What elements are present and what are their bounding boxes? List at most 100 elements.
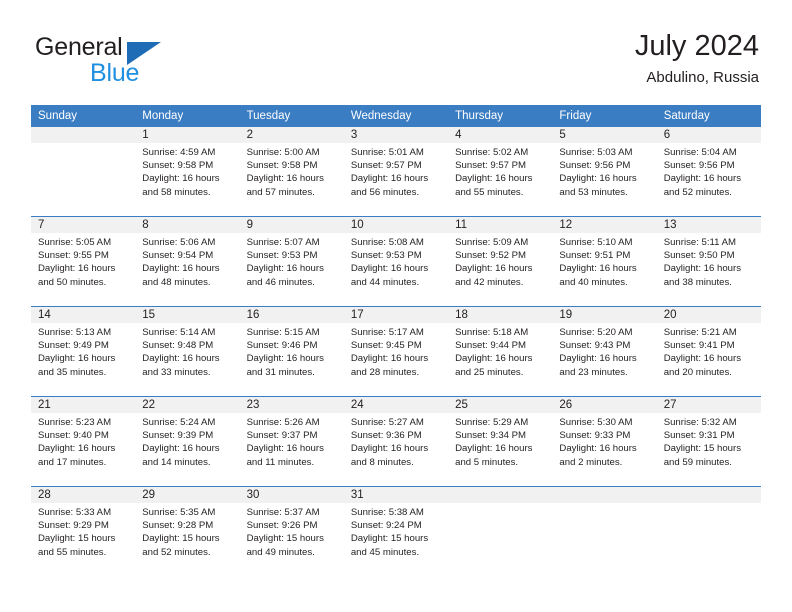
daylight-text-line2: and 52 minutes. bbox=[142, 546, 211, 558]
calendar-day-cell[interactable]: 22 Sunrise: 5:24 AM Sunset: 9:39 PM Dayl… bbox=[135, 396, 240, 487]
calendar-day-cell[interactable] bbox=[31, 127, 136, 217]
day-details: Sunrise: 5:32 AM Sunset: 9:31 PM Dayligh… bbox=[657, 413, 761, 469]
day-details: Sunrise: 5:04 AM Sunset: 9:56 PM Dayligh… bbox=[657, 143, 761, 199]
calendar-day-cell[interactable]: 13 Sunrise: 5:11 AM Sunset: 9:50 PM Dayl… bbox=[656, 216, 761, 307]
sunset-text: Sunset: 9:57 PM bbox=[455, 160, 527, 172]
sunrise-text: Sunrise: 5:05 AM bbox=[38, 237, 112, 248]
sunset-text: Sunset: 9:48 PM bbox=[142, 340, 214, 352]
day-number: 16 bbox=[239, 307, 344, 323]
calendar-day-cell[interactable]: 3 Sunrise: 5:01 AM Sunset: 9:57 PM Dayli… bbox=[343, 127, 449, 217]
day-number bbox=[656, 487, 761, 503]
day-number: 20 bbox=[656, 307, 761, 323]
sunrise-text: Sunrise: 5:07 AM bbox=[246, 237, 320, 248]
calendar-day-cell[interactable] bbox=[656, 486, 761, 576]
calendar-day-cell[interactable]: 7 Sunrise: 5:05 AM Sunset: 9:55 PM Dayli… bbox=[31, 216, 136, 307]
calendar-day-cell[interactable]: 31 Sunrise: 5:38 AM Sunset: 9:24 PM Dayl… bbox=[343, 486, 449, 576]
calendar-week-row: 14 Sunrise: 5:13 AM Sunset: 9:49 PM Dayl… bbox=[31, 306, 761, 397]
day-number: 18 bbox=[448, 307, 553, 323]
calendar-day-cell[interactable]: 27 Sunrise: 5:32 AM Sunset: 9:31 PM Dayl… bbox=[656, 396, 761, 487]
sunset-text: Sunset: 9:49 PM bbox=[38, 340, 109, 352]
daylight-text-line2: and 56 minutes. bbox=[350, 186, 420, 198]
day-details bbox=[448, 503, 552, 506]
day-details: Sunrise: 5:37 AM Sunset: 9:26 PM Dayligh… bbox=[240, 503, 344, 559]
daylight-text-line1: Daylight: 16 hours bbox=[142, 173, 220, 185]
daylight-text-line2: and 17 minutes. bbox=[38, 456, 107, 468]
calendar-day-cell[interactable]: 16 Sunrise: 5:15 AM Sunset: 9:46 PM Dayl… bbox=[239, 306, 344, 397]
calendar-day-cell[interactable]: 6 Sunrise: 5:04 AM Sunset: 9:56 PM Dayli… bbox=[656, 127, 761, 217]
calendar-day-cell[interactable]: 25 Sunrise: 5:29 AM Sunset: 9:34 PM Dayl… bbox=[448, 396, 553, 487]
sunrise-text: Sunrise: 5:09 AM bbox=[455, 237, 529, 248]
sunset-text: Sunset: 9:45 PM bbox=[350, 340, 422, 352]
sunset-text: Sunset: 9:50 PM bbox=[663, 250, 735, 262]
day-details: Sunrise: 5:38 AM Sunset: 9:24 PM Dayligh… bbox=[344, 503, 448, 559]
calendar-header-row-group: Sunday Monday Tuesday Wednesday Thursday… bbox=[31, 105, 761, 127]
calendar-day-cell[interactable]: 15 Sunrise: 5:14 AM Sunset: 9:48 PM Dayl… bbox=[135, 306, 240, 397]
daylight-text-line1: Daylight: 16 hours bbox=[142, 443, 220, 455]
day-details bbox=[31, 143, 135, 146]
sunset-text: Sunset: 9:37 PM bbox=[246, 430, 318, 442]
calendar-day-cell[interactable]: 29 Sunrise: 5:35 AM Sunset: 9:28 PM Dayl… bbox=[135, 486, 240, 576]
calendar-day-cell[interactable]: 23 Sunrise: 5:26 AM Sunset: 9:37 PM Dayl… bbox=[239, 396, 344, 487]
calendar-day-cell[interactable]: 20 Sunrise: 5:21 AM Sunset: 9:41 PM Dayl… bbox=[656, 306, 761, 397]
daylight-text-line1: Daylight: 16 hours bbox=[663, 173, 742, 185]
calendar-day-cell[interactable]: 5 Sunrise: 5:03 AM Sunset: 9:56 PM Dayli… bbox=[552, 127, 657, 217]
sunrise-text: Sunrise: 5:11 AM bbox=[663, 237, 737, 248]
day-details: Sunrise: 5:06 AM Sunset: 9:54 PM Dayligh… bbox=[135, 233, 239, 289]
calendar-day-cell[interactable]: 30 Sunrise: 5:37 AM Sunset: 9:26 PM Dayl… bbox=[239, 486, 344, 576]
calendar-day-cell[interactable]: 17 Sunrise: 5:17 AM Sunset: 9:45 PM Dayl… bbox=[343, 306, 449, 397]
daylight-text-line1: Daylight: 16 hours bbox=[246, 353, 324, 365]
calendar-day-cell[interactable]: 11 Sunrise: 5:09 AM Sunset: 9:52 PM Dayl… bbox=[448, 216, 553, 307]
sunrise-text: Sunrise: 5:27 AM bbox=[350, 417, 424, 428]
daylight-text-line1: Daylight: 16 hours bbox=[455, 263, 533, 275]
daylight-text-line1: Daylight: 16 hours bbox=[142, 353, 220, 365]
day-number: 27 bbox=[656, 397, 761, 413]
day-number: 31 bbox=[343, 487, 449, 503]
weekday-header-tuesday: Tuesday bbox=[239, 105, 344, 127]
day-number: 24 bbox=[343, 397, 449, 413]
location-subtitle: Abdulino, Russia bbox=[646, 69, 759, 86]
sunrise-text: Sunrise: 5:33 AM bbox=[38, 507, 112, 518]
sunrise-sunset-calendar-table: Sunday Monday Tuesday Wednesday Thursday… bbox=[31, 105, 761, 576]
calendar-day-cell[interactable]: 14 Sunrise: 5:13 AM Sunset: 9:49 PM Dayl… bbox=[31, 306, 136, 397]
daylight-text-line1: Daylight: 16 hours bbox=[663, 263, 742, 275]
sunset-text: Sunset: 9:28 PM bbox=[142, 520, 214, 532]
sunrise-text: Sunrise: 5:23 AM bbox=[38, 417, 112, 428]
sunset-text: Sunset: 9:53 PM bbox=[350, 250, 422, 262]
calendar-day-cell[interactable] bbox=[448, 486, 553, 576]
sunrise-text: Sunrise: 5:30 AM bbox=[559, 417, 633, 428]
day-number: 2 bbox=[239, 127, 344, 143]
day-number: 9 bbox=[239, 217, 344, 233]
calendar-day-cell[interactable]: 21 Sunrise: 5:23 AM Sunset: 9:40 PM Dayl… bbox=[31, 396, 136, 487]
calendar-day-cell[interactable]: 26 Sunrise: 5:30 AM Sunset: 9:33 PM Dayl… bbox=[552, 396, 657, 487]
daylight-text-line2: and 33 minutes. bbox=[142, 366, 211, 378]
day-number bbox=[31, 127, 136, 143]
calendar-day-cell[interactable] bbox=[552, 486, 657, 576]
calendar-day-cell[interactable]: 4 Sunrise: 5:02 AM Sunset: 9:57 PM Dayli… bbox=[448, 127, 553, 217]
page-title: July 2024 bbox=[634, 30, 759, 62]
daylight-text-line1: Daylight: 16 hours bbox=[246, 173, 324, 185]
day-number: 13 bbox=[656, 217, 761, 233]
calendar-day-cell[interactable]: 24 Sunrise: 5:27 AM Sunset: 9:36 PM Dayl… bbox=[343, 396, 449, 487]
daylight-text-line1: Daylight: 16 hours bbox=[350, 173, 429, 185]
daylight-text-line2: and 59 minutes. bbox=[663, 456, 732, 468]
day-number: 21 bbox=[31, 397, 136, 413]
calendar-day-cell[interactable]: 19 Sunrise: 5:20 AM Sunset: 9:43 PM Dayl… bbox=[552, 306, 657, 397]
calendar-day-cell[interactable]: 18 Sunrise: 5:18 AM Sunset: 9:44 PM Dayl… bbox=[448, 306, 553, 397]
day-details: Sunrise: 5:03 AM Sunset: 9:56 PM Dayligh… bbox=[552, 143, 656, 199]
calendar-day-cell[interactable]: 12 Sunrise: 5:10 AM Sunset: 9:51 PM Dayl… bbox=[552, 216, 657, 307]
day-number: 4 bbox=[448, 127, 553, 143]
day-details: Sunrise: 5:29 AM Sunset: 9:34 PM Dayligh… bbox=[448, 413, 552, 469]
daylight-text-line1: Daylight: 16 hours bbox=[455, 173, 533, 185]
title-block: July 2024 Abdulino, Russia bbox=[635, 28, 759, 89]
day-number: 22 bbox=[135, 397, 240, 413]
daylight-text-line2: and 46 minutes. bbox=[246, 276, 315, 288]
calendar-day-cell[interactable]: 8 Sunrise: 5:06 AM Sunset: 9:54 PM Dayli… bbox=[135, 216, 240, 307]
calendar-day-cell[interactable]: 28 Sunrise: 5:33 AM Sunset: 9:29 PM Dayl… bbox=[31, 486, 136, 576]
calendar-day-cell[interactable]: 2 Sunrise: 5:00 AM Sunset: 9:58 PM Dayli… bbox=[239, 127, 344, 217]
general-blue-logo[interactable]: General Blue bbox=[35, 33, 275, 89]
calendar-day-cell[interactable]: 10 Sunrise: 5:08 AM Sunset: 9:53 PM Dayl… bbox=[343, 216, 449, 307]
calendar-day-cell[interactable]: 9 Sunrise: 5:07 AM Sunset: 9:53 PM Dayli… bbox=[239, 216, 344, 307]
sunrise-text: Sunrise: 5:29 AM bbox=[455, 417, 529, 428]
calendar-day-cell[interactable]: 1 Sunrise: 4:59 AM Sunset: 9:58 PM Dayli… bbox=[135, 127, 240, 217]
daylight-text-line1: Daylight: 16 hours bbox=[38, 353, 116, 365]
